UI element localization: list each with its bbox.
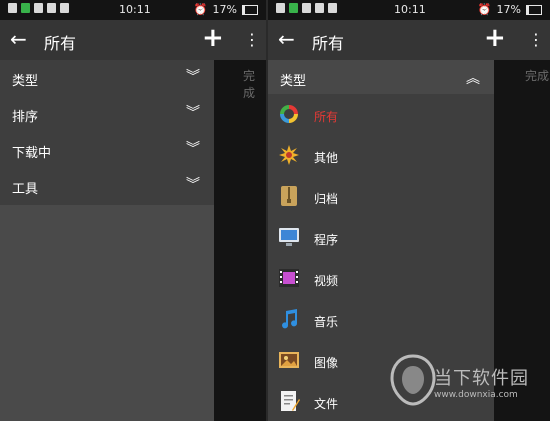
music-note-icon (282, 309, 298, 329)
type-item-music[interactable]: 音乐 (268, 301, 494, 341)
type-item-video[interactable]: 视频 (268, 260, 494, 300)
menu-item-downloading[interactable]: 下载中 ︾ (0, 132, 214, 168)
usb-icon (21, 3, 30, 13)
more-options-icon[interactable]: ⋮ (528, 30, 544, 49)
film-icon (279, 269, 299, 287)
type-item-label: 文件 (314, 397, 339, 411)
done-label: 完成 (525, 69, 550, 83)
status-right: ⏰ 17% (194, 3, 258, 16)
battery-percent: 17% (212, 3, 237, 16)
type-item-label: 音乐 (314, 315, 339, 329)
battery-percent: 17% (496, 3, 521, 16)
signal-icon (302, 3, 311, 13)
chevron-down-icon: ︾ (186, 105, 200, 121)
back-arrow-icon[interactable]: ← (278, 28, 295, 50)
battery-fill (527, 5, 530, 14)
type-item-all[interactable]: 所有 (268, 96, 494, 136)
type-item-label: 程序 (314, 233, 339, 247)
document-icon (281, 391, 300, 411)
menu-item-type[interactable]: 类型 ︾ (0, 60, 214, 96)
watermark-url: www.downxia.com (434, 390, 518, 400)
type-header[interactable]: 类型 ︽ (268, 60, 494, 94)
watermark-text: 当下软件园 (434, 368, 529, 389)
type-item-label: 归档 (314, 192, 339, 206)
add-icon[interactable]: + (484, 24, 506, 52)
more-options-icon[interactable]: ⋮ (244, 30, 260, 49)
type-item-program[interactable]: 程序 (268, 219, 494, 259)
left-screen: 10:11 ⏰ 17% ← 所有 + ⋮ 完成 类型 ︾ 排序 ︾ 下载中 ︾ … (0, 0, 266, 421)
type-item-other[interactable]: 其他 (268, 137, 494, 177)
battery-icon (242, 4, 258, 15)
usb-icon (289, 3, 298, 13)
add-icon[interactable]: + (202, 24, 224, 52)
status-icons (8, 3, 69, 13)
chevron-up-icon: ︽ (466, 71, 480, 87)
alarm-icon: ⏰ (477, 3, 492, 16)
signal-icon (34, 3, 43, 13)
menu-item-label: 下载中 (12, 146, 52, 161)
alarm-icon: ⏰ (193, 3, 208, 16)
all-arrows-icon (280, 105, 298, 123)
page-title: 所有 (312, 34, 345, 53)
back-arrow-icon[interactable]: ← (10, 28, 27, 50)
type-header-label: 类型 (280, 74, 307, 89)
content-area (214, 60, 266, 421)
notification-icon (60, 3, 69, 13)
watermark: 当下软件园 www.downxia.com (388, 352, 550, 412)
type-item-label: 其他 (314, 151, 339, 165)
status-right: ⏰ 17% (478, 3, 542, 16)
status-icons (276, 3, 337, 13)
wifi-icon (276, 3, 285, 13)
chevron-down-icon: ︾ (186, 141, 200, 157)
type-item-label: 视频 (314, 274, 339, 288)
watermark-logo-icon (390, 354, 436, 406)
dropdown-menu: 类型 ︾ 排序 ︾ 下载中 ︾ 工具 ︾ (0, 60, 214, 205)
wifi-icon (8, 3, 17, 13)
burst-icon (279, 145, 299, 165)
type-item-label: 所有 (314, 110, 339, 124)
menu-item-tools[interactable]: 工具 ︾ (0, 168, 214, 204)
menu-item-label: 排序 (12, 110, 39, 125)
page-title: 所有 (44, 34, 77, 53)
status-bar: 10:11 ⏰ 17% (268, 0, 550, 20)
app-bar: ← 所有 + ⋮ (0, 20, 266, 60)
app-bar: ← 所有 + ⋮ (268, 20, 550, 60)
status-bar: 10:11 ⏰ 17% (0, 0, 266, 20)
menu-item-label: 类型 (12, 74, 39, 89)
status-time: 10:11 (394, 3, 426, 16)
archive-icon (281, 186, 297, 206)
type-item-archive[interactable]: 归档 (268, 178, 494, 218)
notification-icon (328, 3, 337, 13)
chevron-down-icon: ︾ (186, 69, 200, 85)
menu-item-label: 工具 (12, 182, 39, 197)
menu-item-sort[interactable]: 排序 ︾ (0, 96, 214, 132)
signal-icon (315, 3, 324, 13)
type-item-label: 图像 (314, 356, 339, 370)
battery-fill (243, 5, 246, 14)
image-icon (279, 352, 299, 368)
monitor-icon (279, 228, 299, 246)
done-label: 完成 (243, 69, 256, 100)
signal-icon (47, 3, 56, 13)
battery-icon (526, 4, 542, 15)
chevron-down-icon: ︾ (186, 177, 200, 193)
status-time: 10:11 (119, 3, 151, 16)
